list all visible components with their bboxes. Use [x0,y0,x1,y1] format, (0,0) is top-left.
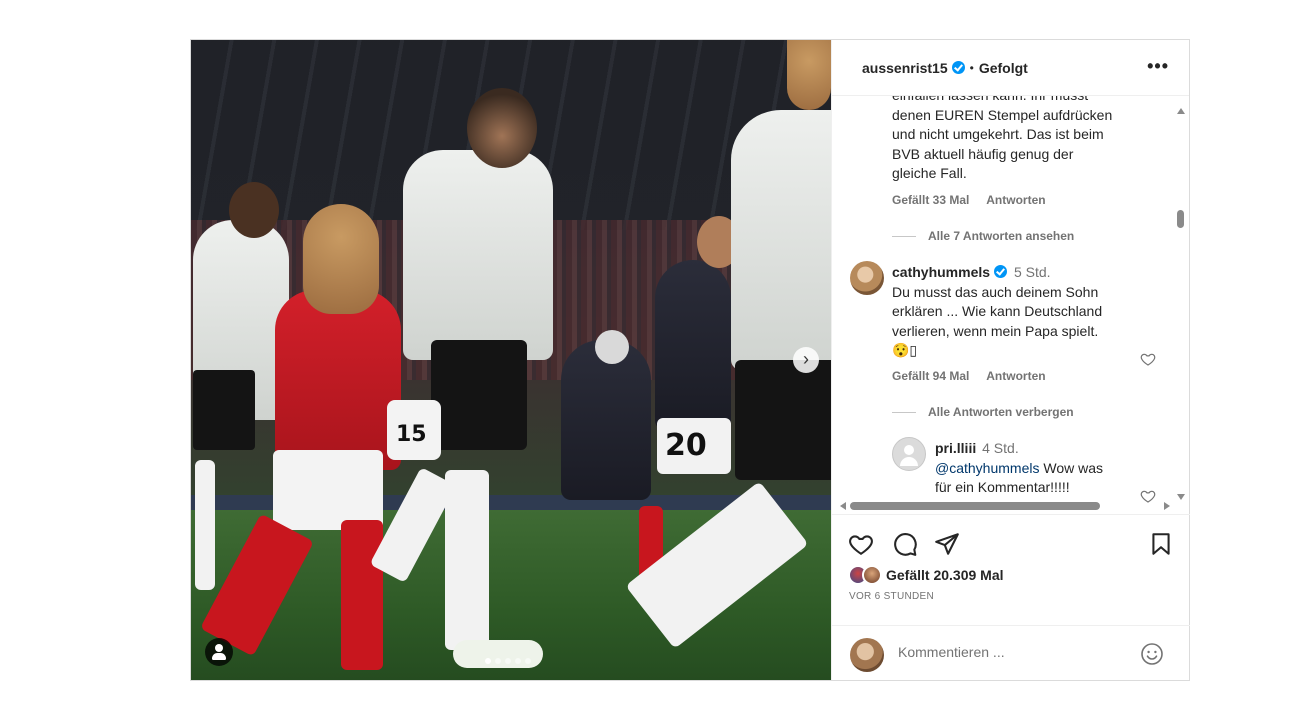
right-player-jacket [731,110,831,370]
comments-horizontal-scrollbar[interactable] [840,500,1170,512]
comment-partial: einfallen lassen kann. Ihr müsst denen E… [892,96,1132,184]
center-player-shorts [431,340,527,450]
likes-count[interactable]: Gefällt 20.309 Mal [886,567,1004,583]
comments-vertical-scrollbar[interactable] [1175,104,1187,500]
comment-text-line: denen EUREN Stempel aufdrücken [892,106,1113,123]
comment-time[interactable]: 5 Std. [1014,264,1051,280]
player-left-sock [195,460,215,590]
header-separator: • [969,60,974,75]
child-red-jersey [275,290,401,470]
photographer [561,340,651,500]
avatar [850,638,884,672]
jersey-number-15: 15 [396,422,427,447]
scroll-right-arrow-icon[interactable] [1164,502,1170,510]
comment-bubble-icon[interactable] [892,531,918,557]
comment-text-line: für ein Kommentar!!!!! [935,479,1070,495]
scroll-down-arrow-icon[interactable] [1177,494,1185,500]
child-white-shorts [273,450,383,530]
like-comment-heart-icon[interactable] [1140,351,1156,367]
center-player-head [467,88,537,168]
verified-badge-icon [951,61,965,74]
carousel-dot [525,658,531,664]
comment-text: Wow was [1039,459,1104,476]
view-replies-label: Alle 7 Antworten ansehen [928,229,1075,243]
follow-status-button[interactable]: Gefolgt [979,60,1028,76]
center-player-jacket [403,150,553,360]
liker-avatar [862,565,882,585]
comment-text-line: erklären ... Wie kann Deutschland [892,303,1103,319]
hide-replies-button[interactable]: Alle Antworten verbergen [892,405,1074,419]
photographer-head [595,330,629,364]
comment-partial-meta: Gefällt 33 Mal Antworten [892,193,1060,207]
carousel-dot [485,658,491,664]
child-right-leg [341,520,383,670]
player-left-shorts [193,370,255,450]
scroll-left-arrow-icon[interactable] [840,502,846,510]
child-head [303,204,379,314]
right-player-shorts [735,360,831,480]
share-paper-plane-icon[interactable] [934,531,960,557]
save-bookmark-icon[interactable] [1148,531,1174,557]
next-image-chevron-icon[interactable]: › [793,347,819,373]
comment-text-line: einfallen lassen kann. Ihr müsst [892,96,1132,106]
player-20-jacket [655,260,731,430]
player-left-head [229,182,279,238]
comment-likes-count[interactable]: Gefällt 94 Mal [892,369,969,383]
carousel-dots [485,658,531,664]
likes-summary: Gefällt 20.309 Mal [848,565,1004,585]
scrollbar-thumb[interactable] [850,502,1100,510]
comment-input[interactable] [898,644,1118,660]
post-header: aussenrist15 • Gefolgt ••• [832,40,1189,96]
avatar[interactable] [850,261,884,295]
instagram-post: 15 20 › aussenrist15 • Gefolgt ••• denen… [190,39,1190,681]
hide-replies-label: Alle Antworten verbergen [928,405,1074,419]
comment-text-line: verlieren, wenn mein Papa spielt. [892,322,1099,339]
comment-text-line: BVB aktuell häufig genug der [892,145,1074,162]
emoji-smiley-icon[interactable] [1140,642,1164,666]
reply-button[interactable]: Antworten [986,193,1045,207]
carousel-dot [495,658,501,664]
avatar[interactable] [892,437,926,471]
scrollbar-thumb[interactable] [1177,210,1184,228]
comment-text-line: und nicht umgekehrt. Das ist beim [892,126,1104,142]
comment-username[interactable]: cathyhummels [892,264,990,280]
add-comment-bar [832,625,1190,681]
post-side-panel: aussenrist15 • Gefolgt ••• einfallen las… [831,40,1190,680]
comments-list: einfallen lassen kann. Ihr müsst denen E… [832,96,1190,514]
post-actions: Gefällt 20.309 Mal VOR 6 STUNDEN [832,514,1190,680]
center-player-left-sock [445,470,489,650]
scroll-up-arrow-icon[interactable] [1177,108,1185,114]
post-timestamp[interactable]: VOR 6 STUNDEN [849,591,934,602]
mention-link[interactable]: @cathyhummels [935,460,1039,476]
comment-username[interactable]: pri.lliii [935,440,976,456]
comment-emoji-line: 😯▯ [892,342,918,358]
verified-badge-icon [994,265,1008,278]
reply-button[interactable]: Antworten [986,369,1045,383]
post-photo[interactable]: 15 20 › [191,40,831,680]
comment-cathy-meta: Gefällt 94 Mal Antworten [892,369,1060,383]
comment-text-line: gleiche Fall. [892,165,967,181]
comment-text-line: Du musst das auch deinem Sohn [892,283,1099,300]
more-options-icon[interactable]: ••• [1147,56,1169,77]
jersey-number-20: 20 [665,428,707,463]
like-heart-icon[interactable] [848,531,874,557]
tagged-users-icon[interactable] [205,638,233,666]
right-player-head [787,40,831,110]
comment-time[interactable]: 4 Std. [982,440,1019,456]
post-author-username[interactable]: aussenrist15 [862,60,948,76]
carousel-dot [515,658,521,664]
view-replies-button[interactable]: Alle 7 Antworten ansehen [892,229,1074,243]
comment-cathyhummels: cathyhummels 5 Std. Du musst das auch de… [892,263,1132,361]
comment-pri-lliii: pri.lliii 4 Std. @cathyhummels Wow was f… [935,439,1135,498]
comment-likes-count[interactable]: Gefällt 33 Mal [892,193,969,207]
carousel-dot [505,658,511,664]
